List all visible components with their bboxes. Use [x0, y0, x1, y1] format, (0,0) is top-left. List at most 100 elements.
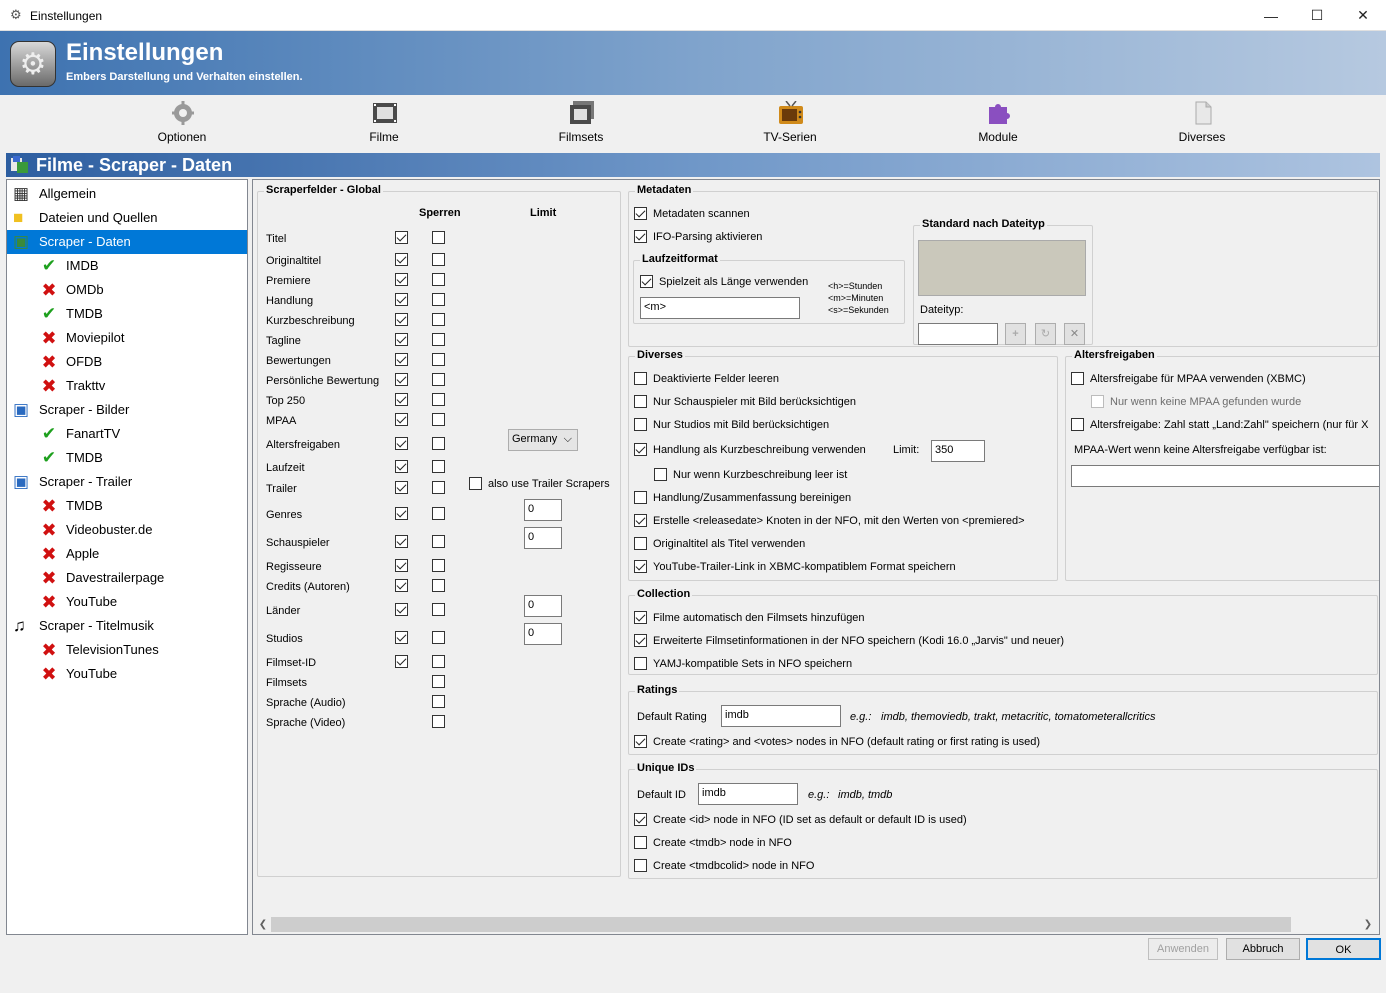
scraperfield-lock-checkbox[interactable]: [432, 675, 445, 688]
create-rating-checkbox[interactable]: [634, 735, 647, 748]
tree-item[interactable]: ✔ IMDB: [7, 254, 247, 278]
scraperfield-enable-checkbox[interactable]: [395, 231, 408, 244]
scroll-right-icon[interactable]: ❯: [1361, 917, 1375, 932]
toolbar-module[interactable]: Module: [938, 95, 1058, 147]
tree-item[interactable]: ✖ OMDb: [7, 278, 247, 302]
add-icon[interactable]: +: [1005, 323, 1026, 345]
scraperfield-enable-checkbox[interactable]: [395, 293, 408, 306]
tree-item[interactable]: ✔ TMDB: [7, 446, 247, 470]
tree-item[interactable]: ✖ Apple: [7, 542, 247, 566]
collection-checkbox[interactable]: [634, 611, 647, 624]
trailer-scrapers-checkbox[interactable]: [469, 477, 482, 490]
scraperfield-lock-checkbox[interactable]: [432, 437, 445, 450]
diverses-checkbox[interactable]: [634, 395, 647, 408]
cert-country-checkbox[interactable]: [1071, 418, 1084, 431]
scraperfield-lock-checkbox[interactable]: [432, 715, 445, 728]
diverses-checkbox[interactable]: [654, 468, 667, 481]
scraperfield-lock-checkbox[interactable]: [432, 481, 445, 494]
cert-country-select[interactable]: Germany ⌵: [508, 429, 578, 451]
filetype-list[interactable]: [918, 240, 1086, 296]
scraperfield-lock-checkbox[interactable]: [432, 273, 445, 286]
tree-item[interactable]: ▣ Scraper - Bilder: [7, 398, 247, 422]
minimize-button[interactable]: —: [1248, 0, 1294, 31]
edit-icon[interactable]: ↻: [1035, 323, 1056, 345]
diverses-checkbox[interactable]: [634, 514, 647, 527]
scraperfield-lock-checkbox[interactable]: [432, 313, 445, 326]
scraperfield-lock-checkbox[interactable]: [432, 695, 445, 708]
metadata-scan-checkbox[interactable]: [634, 207, 647, 220]
scraperfield-enable-checkbox[interactable]: [395, 631, 408, 644]
horizontal-scrollbar[interactable]: ❮ ❯: [255, 916, 1377, 933]
limit-actors-input[interactable]: 0: [524, 527, 562, 549]
scraperfield-enable-checkbox[interactable]: [395, 253, 408, 266]
scraperfield-enable-checkbox[interactable]: [395, 507, 408, 520]
tree-item[interactable]: ✖ YouTube: [7, 590, 247, 614]
scraperfield-lock-checkbox[interactable]: [432, 631, 445, 644]
scroll-thumb[interactable]: [271, 917, 1291, 932]
filetype-input[interactable]: [918, 323, 998, 345]
scraperfield-enable-checkbox[interactable]: [395, 373, 408, 386]
diverses-checkbox[interactable]: [634, 491, 647, 504]
scraperfield-lock-checkbox[interactable]: [432, 579, 445, 592]
tree-item[interactable]: ■ Dateien und Quellen: [7, 206, 247, 230]
ok-button[interactable]: OK: [1306, 938, 1381, 960]
uniqueid-checkbox[interactable]: [634, 859, 647, 872]
uniqueid-checkbox[interactable]: [634, 813, 647, 826]
scraperfield-enable-checkbox[interactable]: [395, 437, 408, 450]
limit-genres-input[interactable]: 0: [524, 499, 562, 521]
tree-item[interactable]: ✖ OFDB: [7, 350, 247, 374]
scraperfield-enable-checkbox[interactable]: [395, 353, 408, 366]
limit-studios-input[interactable]: 0: [524, 623, 562, 645]
settings-tree[interactable]: ▦ Allgemein ■ Dateien und Quellen ▣ Scraper -…: [6, 179, 248, 935]
scraperfield-enable-checkbox[interactable]: [395, 460, 408, 473]
scraperfield-lock-checkbox[interactable]: [432, 393, 445, 406]
diverses-checkbox[interactable]: [634, 372, 647, 385]
remove-icon[interactable]: ✕: [1064, 323, 1085, 345]
diverses-checkbox[interactable]: [634, 418, 647, 431]
scraperfield-lock-checkbox[interactable]: [432, 559, 445, 572]
tree-item[interactable]: ✖ YouTube: [7, 662, 247, 686]
tree-item[interactable]: ✖ Davestrailerpage: [7, 566, 247, 590]
scraperfield-enable-checkbox[interactable]: [395, 535, 408, 548]
collection-checkbox[interactable]: [634, 634, 647, 647]
scraperfield-enable-checkbox[interactable]: [395, 393, 408, 406]
scraperfield-enable-checkbox[interactable]: [395, 413, 408, 426]
cert-mpaa-only-checkbox[interactable]: [1091, 395, 1104, 408]
tree-item[interactable]: ▣ Scraper - Daten: [7, 230, 247, 254]
maximize-button[interactable]: ☐: [1294, 0, 1340, 31]
default-rating-input[interactable]: imdb: [721, 705, 841, 727]
scraperfield-enable-checkbox[interactable]: [395, 333, 408, 346]
cert-mpaa-checkbox[interactable]: [1071, 372, 1084, 385]
scraperfield-lock-checkbox[interactable]: [432, 231, 445, 244]
cancel-button[interactable]: Abbruch: [1226, 938, 1300, 960]
default-id-input[interactable]: imdb: [698, 783, 798, 805]
scraperfield-lock-checkbox[interactable]: [432, 333, 445, 346]
runtime-format-input[interactable]: <m>: [640, 297, 800, 319]
toolbar-optionen[interactable]: Optionen: [122, 95, 242, 147]
close-button[interactable]: ✕: [1340, 0, 1386, 31]
scraperfield-lock-checkbox[interactable]: [432, 535, 445, 548]
toolbar-tv-serien[interactable]: TV-Serien: [730, 95, 850, 147]
scraperfield-lock-checkbox[interactable]: [432, 655, 445, 668]
diverses-checkbox[interactable]: [634, 537, 647, 550]
scraperfield-lock-checkbox[interactable]: [432, 353, 445, 366]
scraperfield-enable-checkbox[interactable]: [395, 655, 408, 668]
scraperfield-lock-checkbox[interactable]: [432, 253, 445, 266]
tree-item[interactable]: ✔ FanartTV: [7, 422, 247, 446]
scraperfield-lock-checkbox[interactable]: [432, 293, 445, 306]
plot-limit-input[interactable]: 350: [931, 440, 985, 462]
mpaa-fallback-input[interactable]: [1071, 465, 1379, 487]
scraperfield-enable-checkbox[interactable]: [395, 559, 408, 572]
scraperfield-lock-checkbox[interactable]: [432, 413, 445, 426]
tree-item[interactable]: ✖ TMDB: [7, 494, 247, 518]
toolbar-filme[interactable]: Filme: [324, 95, 444, 147]
tree-item[interactable]: ♫ Scraper - Titelmusik: [7, 614, 247, 638]
tree-item[interactable]: ✖ Trakttv: [7, 374, 247, 398]
tree-item[interactable]: ✔ TMDB: [7, 302, 247, 326]
scraperfield-enable-checkbox[interactable]: [395, 313, 408, 326]
uniqueid-checkbox[interactable]: [634, 836, 647, 849]
tree-item[interactable]: ✖ Moviepilot: [7, 326, 247, 350]
tree-item[interactable]: ▦ Allgemein: [7, 182, 247, 206]
ifo-parsing-checkbox[interactable]: [634, 230, 647, 243]
toolbar-diverses[interactable]: Diverses: [1142, 95, 1262, 147]
